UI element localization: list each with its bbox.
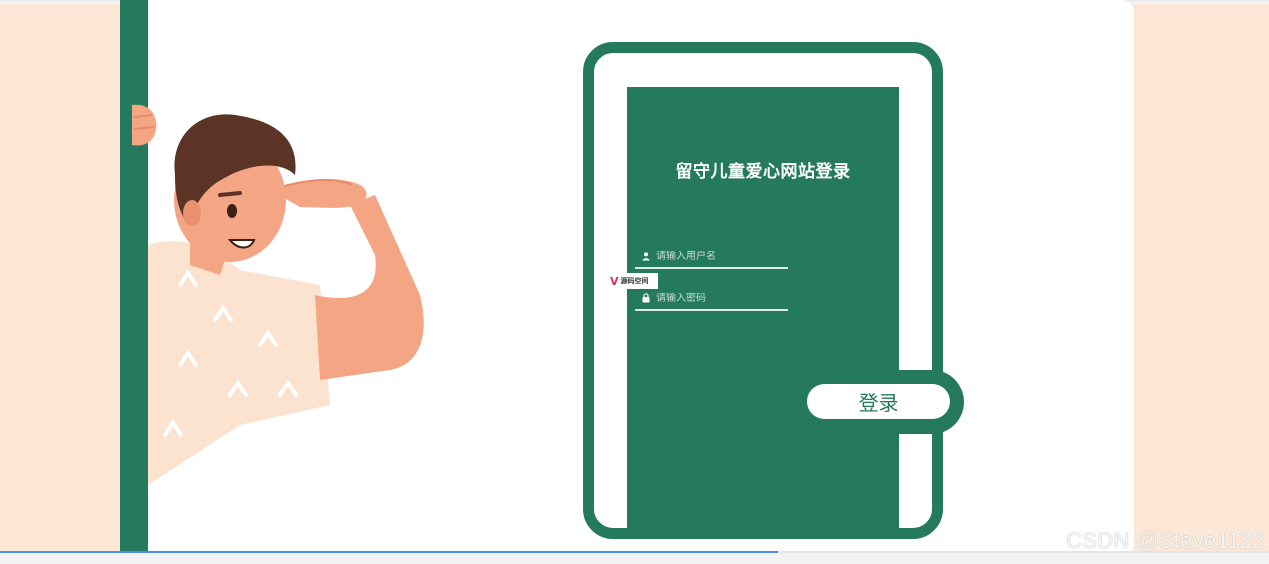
watermark-v-icon: V bbox=[610, 274, 619, 288]
password-input[interactable] bbox=[656, 292, 784, 304]
csdn-watermark: CSDN @Steve1122 bbox=[1066, 528, 1265, 553]
user-icon bbox=[640, 250, 652, 262]
login-title: 留守儿童爱心网站登录 bbox=[675, 162, 851, 182]
bottom-bar bbox=[0, 553, 1269, 564]
lock-icon bbox=[640, 292, 652, 304]
peeking-man-illustration bbox=[132, 104, 424, 485]
watermark-logo-text: 源码空间 bbox=[620, 277, 649, 285]
username-field[interactable] bbox=[635, 245, 788, 269]
password-field[interactable] bbox=[635, 287, 788, 311]
login-button[interactable]: 登录 bbox=[807, 384, 950, 419]
username-input[interactable] bbox=[656, 250, 784, 262]
